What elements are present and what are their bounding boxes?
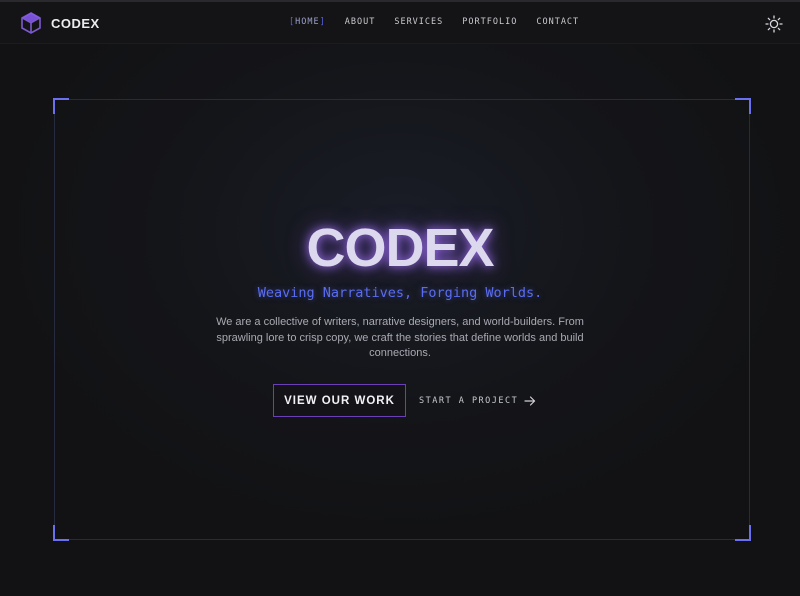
hero-tagline: Weaving Narratives, Forging Worlds. — [257, 285, 543, 301]
nav-item-label: HOME — [295, 17, 320, 27]
brand[interactable]: CODEX — [19, 10, 100, 36]
nav-item-contact[interactable]: CONTACT — [536, 17, 579, 27]
nav-item-about[interactable]: ABOUT — [345, 17, 376, 27]
site-header: CODEX [HOME] ABOUT SERVICES PORTFOLIO CO… — [0, 2, 800, 44]
frame-corner-top-right — [735, 98, 751, 114]
view-our-work-button[interactable]: VIEW OUR WORK — [273, 384, 406, 417]
hero-title: CODEX — [306, 218, 494, 278]
frame-corner-bottom-left — [53, 525, 69, 541]
brand-name: CODEX — [51, 15, 100, 31]
hero-description: We are a collective of writers, narrativ… — [216, 316, 584, 359]
nav-item-home[interactable]: [HOME] — [289, 17, 326, 27]
frame-corner-top-left — [53, 98, 69, 114]
start-a-project-button[interactable]: START A PROJECT — [419, 392, 536, 410]
frame-corner-bottom-right — [735, 525, 751, 541]
page: CODEX [HOME] ABOUT SERVICES PORTFOLIO CO… — [0, 0, 800, 596]
nav-item-services[interactable]: SERVICES — [394, 17, 443, 27]
start-a-project-label: START A PROJECT — [419, 396, 519, 406]
sun-icon — [765, 15, 783, 33]
main-nav: [HOME] ABOUT SERVICES PORTFOLIO CONTACT — [289, 17, 598, 27]
theme-toggle-button[interactable] — [765, 15, 783, 33]
nav-item-portfolio[interactable]: PORTFOLIO — [462, 17, 517, 27]
arrow-right-icon — [524, 396, 536, 406]
nav-bracket-close: ] — [319, 17, 326, 27]
cube-icon — [21, 12, 41, 34]
